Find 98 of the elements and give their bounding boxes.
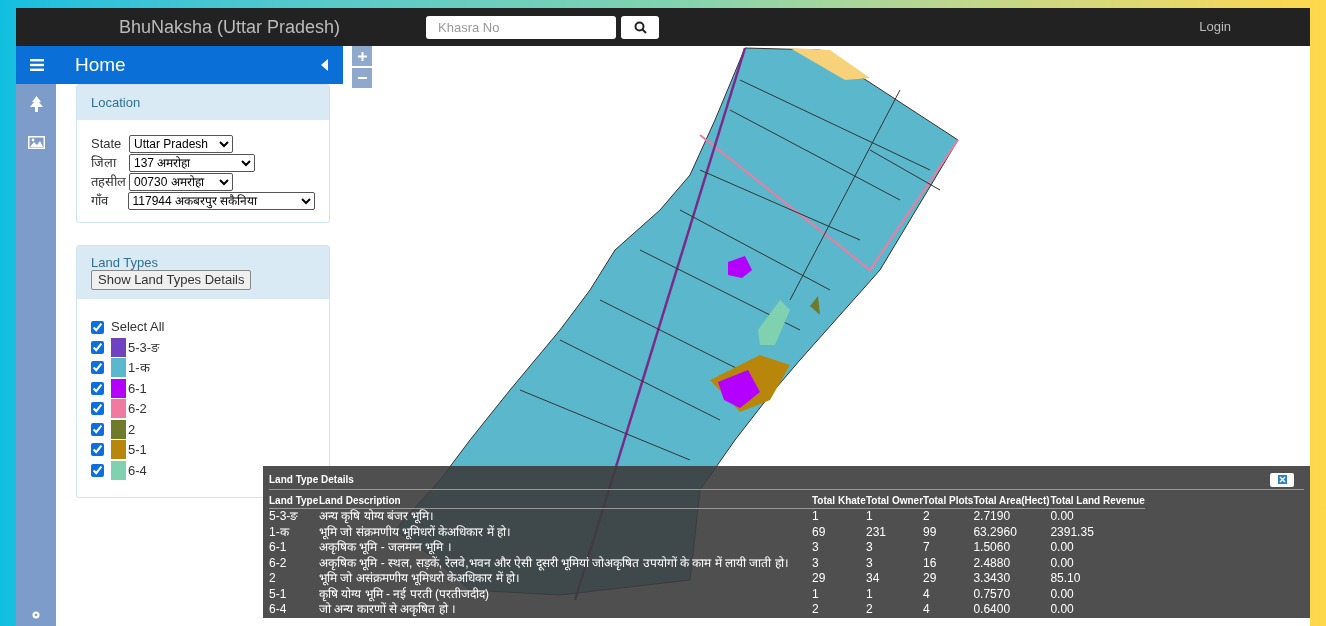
menu-icon[interactable] <box>30 59 44 71</box>
column-header: Total Owner <box>866 494 924 509</box>
table-cell: 6-1 <box>269 540 319 556</box>
checkbox[interactable] <box>91 463 104 477</box>
table-cell-text: 0.6400 <box>973 602 1012 618</box>
column-header: Total Plots <box>923 494 974 509</box>
panel-heading: Land Types <box>91 255 158 270</box>
table-cell-text: 0.00 <box>1050 540 1075 556</box>
collapse-icon[interactable] <box>321 59 328 71</box>
login-link[interactable]: Login <box>1199 17 1231 37</box>
dropdown[interactable]: 00730 अमरोहा <box>129 172 233 191</box>
table-cell-text: 0.00 <box>1050 586 1075 602</box>
table-cell: 3 <box>866 555 924 571</box>
table-cell-text: 0.00 <box>1050 555 1075 571</box>
column-header: Total Land Revenue <box>1050 494 1146 509</box>
checkbox-label: Select All <box>111 318 165 337</box>
table-cell: 1-क <box>269 524 319 540</box>
land-type-label: 5-3-ङ <box>128 338 160 357</box>
land-type-label: 6-4 <box>128 461 147 480</box>
table-cell: भूमि जो संक्रमणीय भूमिधरों केअधिकार में हो। <box>319 524 812 540</box>
table-cell: 5-3-ङ <box>269 508 319 525</box>
table-cell: 1 <box>812 586 866 602</box>
land-type-label: 1-क <box>128 359 150 377</box>
panel-title: Home <box>75 52 126 77</box>
table-cell: 3 <box>812 555 866 571</box>
search-button[interactable] <box>621 15 659 39</box>
show-details-button[interactable]: Show Land Types Details <box>91 270 252 290</box>
checkbox[interactable] <box>91 443 104 457</box>
table-cell-text: 7 <box>923 540 931 556</box>
table-cell-text: 29 <box>923 571 938 587</box>
table-cell: 231 <box>866 524 924 540</box>
search-field[interactable]: Khasra No <box>426 15 616 39</box>
table-cell: 2.7190 <box>973 508 1051 525</box>
table-cell: 69 <box>812 524 866 540</box>
land-type-label: 6-2 <box>128 400 147 418</box>
table-cell: 5-1 <box>269 586 319 602</box>
table-cell-text: 4 <box>923 586 931 602</box>
table-cell-text: 4 <box>923 602 931 618</box>
table-cell: 0.00 <box>1050 508 1146 525</box>
table-cell-text: 1.5060 <box>973 540 1012 556</box>
table-cell: 2 <box>866 602 924 618</box>
table-cell: 3 <box>812 540 866 556</box>
close-button[interactable] <box>1270 472 1294 487</box>
table-cell-text: 16 <box>923 555 938 571</box>
field-label: तहसील <box>91 172 127 191</box>
checkbox[interactable] <box>91 361 104 375</box>
table-cell-text: 0.00 <box>1050 602 1075 618</box>
table-cell: 34 <box>866 571 924 587</box>
column-header: Total Area(Hect) <box>973 494 1051 509</box>
field-label: जिला <box>91 153 118 172</box>
panel-heading: Location <box>91 93 141 112</box>
column-header: Land Type <box>269 494 319 509</box>
table-cell-text: 2.4880 <box>973 555 1012 571</box>
table-cell: अन्य कृषि योग्य बंजर भूमि। <box>319 508 812 525</box>
table-cell-text: 85.10 <box>1050 571 1082 587</box>
table-cell: 1 <box>866 508 924 525</box>
app-title: BhuNaksha (Uttar Pradesh) <box>119 15 342 39</box>
checkbox[interactable] <box>91 402 104 416</box>
table-cell: 29 <box>812 571 866 587</box>
checkbox[interactable] <box>91 340 104 354</box>
table-cell-text: 63.2960 <box>973 524 1018 540</box>
table-cell: अकृषिक भूमि - स्थल, सड़कें, रेलवे,भवन और ऐसी दूसरी भूमियां जोअकृषित उपयोगों के काम में लायी जाती हो। <box>319 555 812 571</box>
checkbox[interactable] <box>91 381 104 395</box>
dropdown[interactable]: Uttar Pradesh <box>129 134 233 153</box>
field-label: State <box>91 134 123 153</box>
tree-icon[interactable] <box>30 96 43 112</box>
dropdown[interactable]: 137 अमरोहा <box>129 153 255 172</box>
table-cell: भूमि जो असंक्रमणीय भूमिधरो केअधिकार में हो। <box>319 571 812 587</box>
column-header: Land Description <box>319 494 812 509</box>
land-type-label: 6-1 <box>128 379 147 398</box>
dropdown[interactable]: 117944 अकबरपुर सकैनिया <box>127 191 315 210</box>
land-type-label: 2 <box>128 420 136 439</box>
checkbox[interactable] <box>91 422 104 436</box>
panel-heading: Land Type Details <box>269 473 354 487</box>
table-cell: 6-2 <box>269 555 319 571</box>
table-cell: 3 <box>866 540 924 556</box>
table-cell: 2 <box>812 602 866 618</box>
search-icon <box>633 20 647 34</box>
plus-icon <box>357 51 367 61</box>
table-cell: कृषि योग्य भूमि - नई परती (परतीजदीद) <box>319 586 812 602</box>
minus-icon <box>357 77 367 79</box>
image-icon[interactable] <box>28 136 45 149</box>
checkbox[interactable] <box>91 320 104 334</box>
table-cell-text: 3.3430 <box>973 571 1012 587</box>
table-cell-text: 2391.35 <box>1050 524 1095 540</box>
table-cell: 1 <box>866 586 924 602</box>
close-icon <box>1277 475 1287 484</box>
table-cell: अकृषिक भूमि - जलमग्न भूमि । <box>319 540 812 556</box>
table-cell: 1 <box>812 508 866 525</box>
field-label: गाँव <box>91 191 110 210</box>
table-cell-text: 99 <box>923 524 938 540</box>
land-type-label: 5-1 <box>128 441 147 459</box>
table-cell: 2 <box>269 571 319 587</box>
table-cell: 2 <box>923 508 974 525</box>
column-header: Total Khate <box>812 494 866 509</box>
table-cell-text: 0.7570 <box>973 586 1012 602</box>
table-cell: जो अन्य कारणों से अकृषित हो । <box>319 602 812 618</box>
table-cell: 6-4 <box>269 602 319 618</box>
